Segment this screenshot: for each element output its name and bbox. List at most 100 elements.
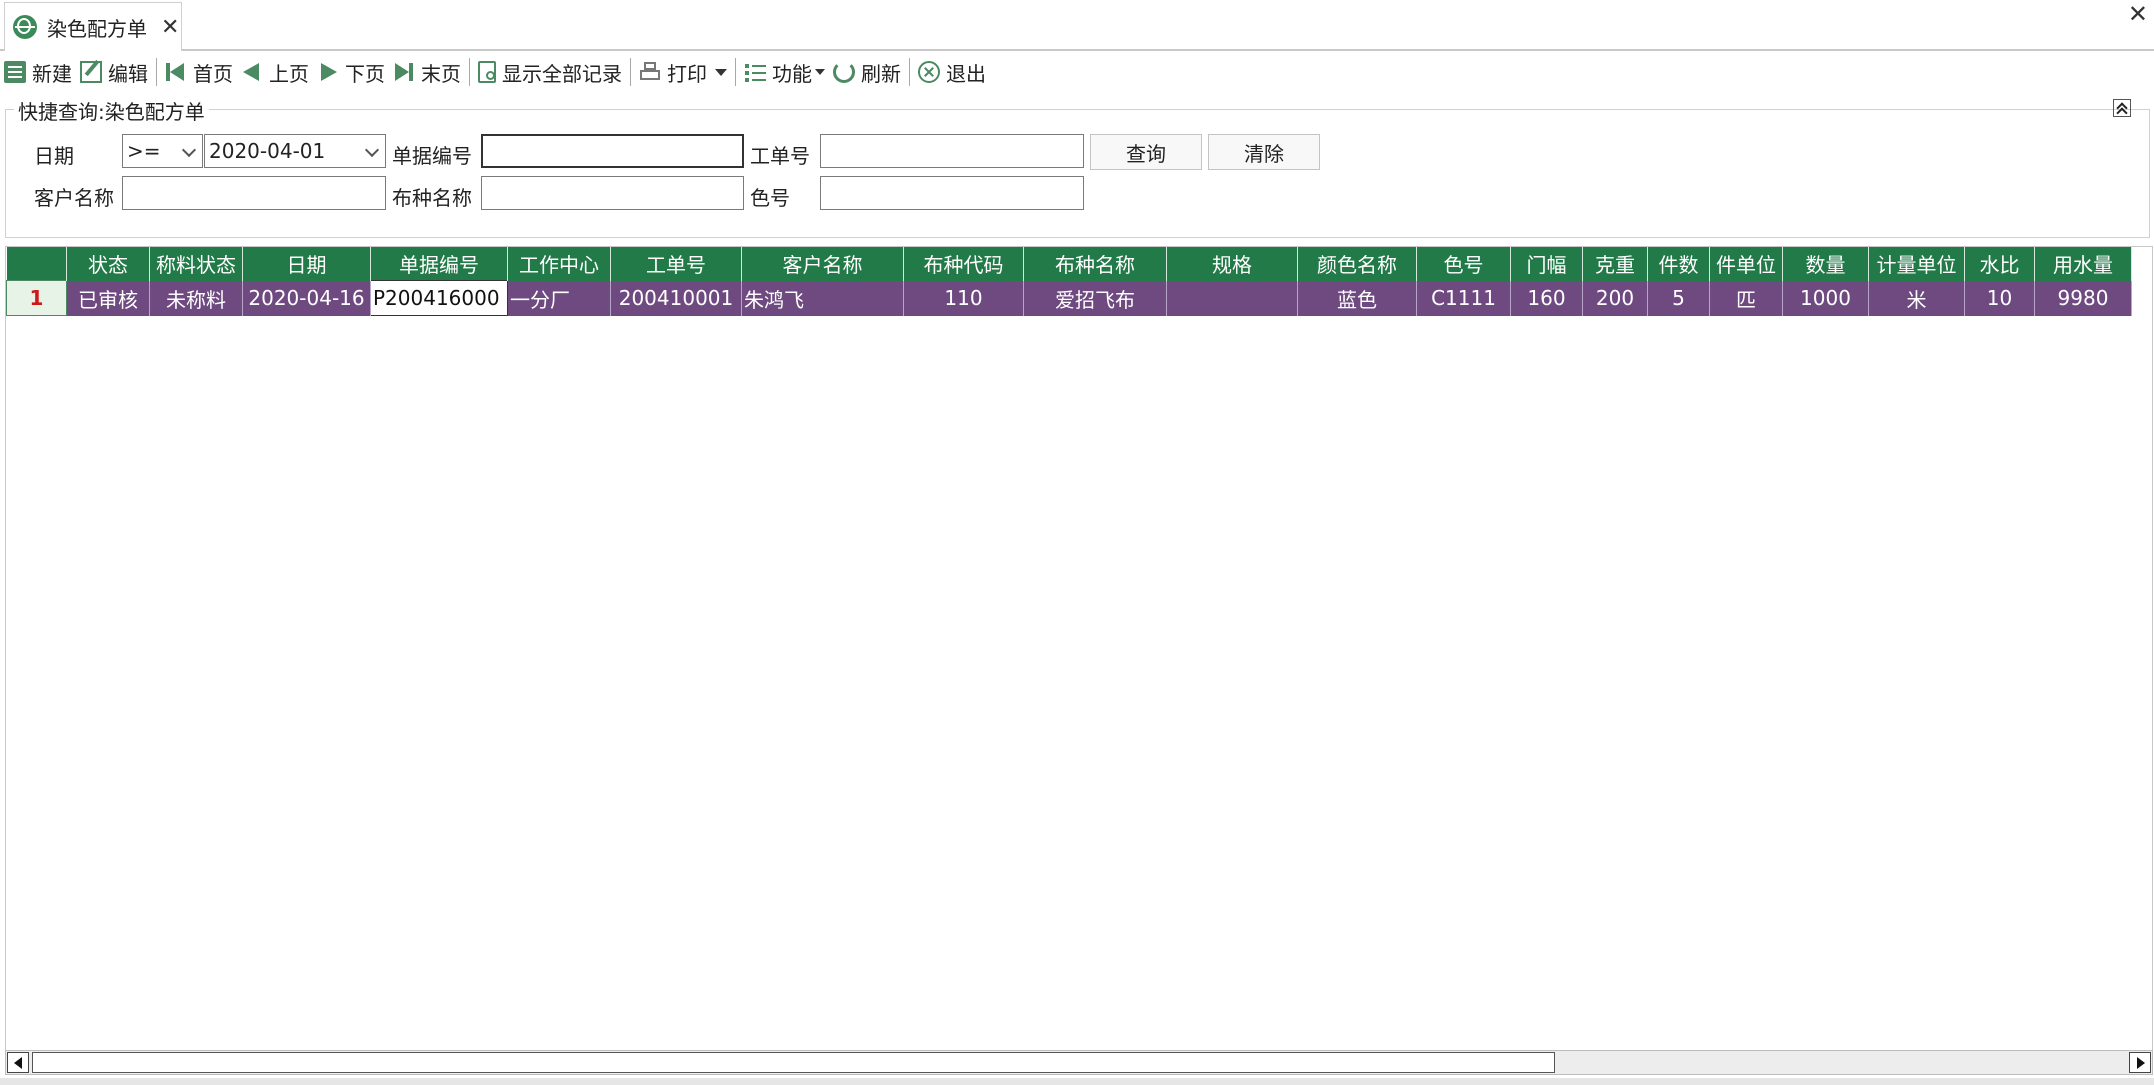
exit-label: 退出	[946, 61, 986, 86]
column-header[interactable]: 计量单位	[1868, 247, 1965, 281]
date-operator-select[interactable]: >=	[122, 134, 203, 168]
column-header[interactable]: 水比	[1964, 247, 2035, 281]
print-button[interactable]: 打印	[635, 54, 731, 90]
show-all-button[interactable]: 显示全部记录	[474, 54, 626, 90]
table-cell[interactable]: 未称料	[149, 280, 243, 316]
prev-page-icon	[241, 61, 263, 83]
exit-button[interactable]: 退出	[914, 54, 990, 90]
table-cell[interactable]: 2020-04-16	[242, 280, 371, 316]
table-cell[interactable]: 10	[1964, 280, 2035, 316]
color-no-input[interactable]	[820, 176, 1084, 210]
data-table: 状态 称料状态 日期 单据编号 工作中心 工单号 客户名称 布种代码 布种名称 …	[6, 247, 2132, 316]
refresh-button[interactable]: 刷新	[829, 54, 905, 90]
window-close-icon[interactable]: ✕	[2128, 0, 2148, 28]
table-cell[interactable]: C1111	[1416, 280, 1511, 316]
column-header[interactable]: 客户名称	[741, 247, 904, 281]
column-header[interactable]: 称料状态	[149, 247, 243, 281]
table-cell[interactable]: 匹	[1709, 280, 1783, 316]
column-header[interactable]: 布种名称	[1023, 247, 1167, 281]
edit-icon	[80, 61, 102, 83]
table-cell[interactable]: 9980	[2034, 280, 2132, 316]
search-button[interactable]: 查询	[1090, 134, 1202, 170]
collapse-up-icon[interactable]	[2113, 99, 2131, 117]
date-label: 日期	[34, 144, 74, 168]
chevron-down-icon	[181, 142, 197, 158]
color-no-label: 色号	[750, 186, 790, 210]
table-cell[interactable]: 一分厂	[507, 280, 611, 316]
edit-label: 编辑	[108, 61, 148, 86]
next-page-icon	[317, 61, 339, 83]
column-header[interactable]: 数量	[1782, 247, 1869, 281]
table-cell[interactable]: 200410001	[610, 280, 742, 316]
table-row[interactable]: 1 已审核 未称料 2020-04-16 P200416000 一分厂 2004…	[6, 280, 2132, 316]
chevron-down-icon	[715, 68, 727, 76]
prev-page-button[interactable]: 上页	[237, 54, 313, 90]
doc-no-input[interactable]	[481, 134, 744, 168]
clear-button[interactable]: 清除	[1208, 134, 1320, 170]
toolbar-separator	[630, 58, 631, 86]
table-cell[interactable]: 米	[1868, 280, 1965, 316]
table-cell[interactable]: 5	[1647, 280, 1710, 316]
grid-header-row: 状态 称料状态 日期 单据编号 工作中心 工单号 客户名称 布种代码 布种名称 …	[6, 247, 2132, 281]
tab-dye-recipe[interactable]: 染色配方单 ✕	[4, 2, 182, 51]
table-cell[interactable]: 已审核	[66, 280, 150, 316]
column-header[interactable]: 颜色名称	[1297, 247, 1417, 281]
table-cell[interactable]: 朱鸿飞	[741, 280, 904, 316]
toolbar-separator	[469, 58, 470, 86]
column-header[interactable]: 件单位	[1709, 247, 1783, 281]
exit-icon	[918, 61, 940, 83]
column-header[interactable]: 件数	[1647, 247, 1710, 281]
data-grid: 状态 称料状态 日期 单据编号 工作中心 工单号 客户名称 布种代码 布种名称 …	[5, 246, 2153, 1051]
fabric-label: 布种名称	[392, 186, 472, 210]
table-cell[interactable]: 蓝色	[1297, 280, 1417, 316]
table-cell[interactable]: 200	[1582, 280, 1648, 316]
column-header[interactable]: 用水量	[2034, 247, 2132, 281]
column-header[interactable]: 色号	[1416, 247, 1511, 281]
function-label: 功能	[772, 61, 812, 86]
chevron-down-icon	[364, 142, 380, 158]
scroll-left-icon[interactable]	[7, 1052, 29, 1073]
list-icon	[744, 61, 766, 83]
toolbar-separator	[156, 58, 157, 86]
new-icon	[4, 61, 26, 83]
column-header[interactable]: 单据编号	[370, 247, 508, 281]
date-picker[interactable]: 2020-04-01	[204, 134, 386, 168]
edit-button[interactable]: 编辑	[76, 54, 152, 90]
new-button[interactable]: 新建	[0, 54, 76, 90]
fabric-input[interactable]	[481, 176, 744, 210]
date-operator-value: >=	[127, 139, 161, 163]
column-header[interactable]: 规格	[1166, 247, 1298, 281]
next-page-button[interactable]: 下页	[313, 54, 389, 90]
table-cell[interactable]: 110	[903, 280, 1024, 316]
function-button[interactable]: 功能	[740, 54, 829, 90]
tab-strip: 染色配方单 ✕ ✕	[0, 0, 2154, 51]
scroll-thumb[interactable]	[32, 1052, 1555, 1073]
toolbar-separator	[735, 58, 736, 86]
column-header[interactable]: 门幅	[1510, 247, 1583, 281]
column-header[interactable]: 日期	[242, 247, 371, 281]
table-cell[interactable]: 160	[1510, 280, 1583, 316]
column-header[interactable]: 工单号	[610, 247, 742, 281]
customer-label: 客户名称	[34, 186, 114, 210]
toolbar-separator	[909, 58, 910, 86]
tab-close-icon[interactable]: ✕	[161, 15, 179, 40]
horizontal-scrollbar[interactable]	[5, 1050, 2153, 1075]
column-header[interactable]: 布种代码	[903, 247, 1024, 281]
row-number[interactable]: 1	[6, 280, 67, 316]
table-cell[interactable]	[1166, 280, 1298, 316]
work-order-input[interactable]	[820, 134, 1084, 168]
first-page-label: 首页	[193, 61, 233, 86]
globe-icon	[13, 15, 37, 39]
column-header[interactable]: 状态	[66, 247, 150, 281]
status-bar	[0, 1078, 2154, 1085]
table-cell[interactable]: 1000	[1782, 280, 1869, 316]
first-page-button[interactable]: 首页	[161, 54, 237, 90]
column-header[interactable]: 克重	[1582, 247, 1648, 281]
column-header[interactable]: 工作中心	[507, 247, 611, 281]
customer-input[interactable]	[122, 176, 386, 210]
last-page-button[interactable]: 末页	[389, 54, 465, 90]
table-cell[interactable]: 爱招飞布	[1023, 280, 1167, 316]
scroll-right-icon[interactable]	[2129, 1052, 2151, 1073]
date-value: 2020-04-01	[209, 139, 326, 163]
table-cell[interactable]: P200416000	[370, 280, 508, 316]
